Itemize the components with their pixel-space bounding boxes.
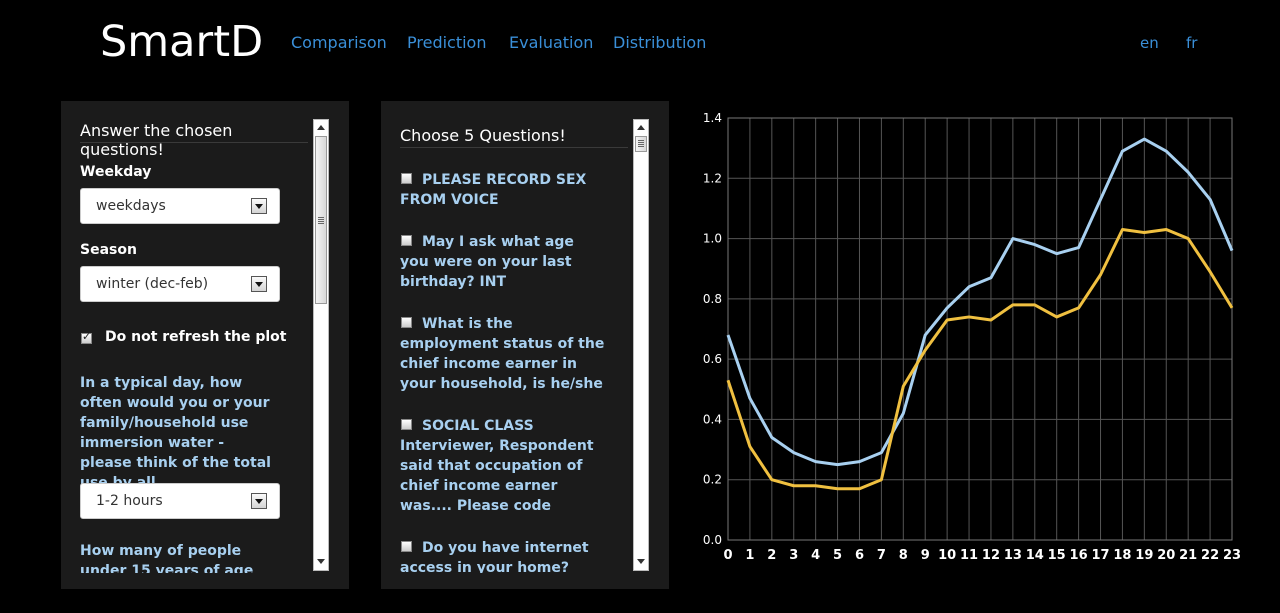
heading-divider bbox=[80, 142, 308, 143]
questions-panel-content: Choose 5 Questions! PLEASE RECORD SEX FR… bbox=[381, 101, 631, 573]
y-tick-label: 0.4 bbox=[703, 412, 722, 426]
x-tick-label: 23 bbox=[1223, 548, 1241, 563]
nav-distribution[interactable]: Distribution bbox=[613, 33, 706, 53]
nav-evaluation[interactable]: Evaluation bbox=[509, 33, 593, 53]
x-tick-label: 5 bbox=[833, 548, 842, 563]
x-tick-label: 16 bbox=[1070, 548, 1088, 563]
scroll-up-arrow-icon[interactable] bbox=[314, 122, 328, 134]
scrollbar-thumb[interactable] bbox=[635, 136, 647, 152]
season-label: Season bbox=[80, 242, 137, 258]
app-title[interactable]: SmartD bbox=[100, 14, 263, 70]
questions-panel-scrollbar[interactable] bbox=[633, 119, 649, 571]
scroll-down-arrow-icon[interactable] bbox=[314, 556, 328, 568]
x-tick-label: 22 bbox=[1201, 548, 1219, 563]
question-item[interactable]: What is the employment status of the chi… bbox=[400, 314, 605, 394]
x-tick-label: 7 bbox=[877, 548, 886, 563]
y-tick-label: 1.0 bbox=[703, 232, 722, 246]
x-tick-label: 14 bbox=[1026, 548, 1044, 563]
x-tick-label: 3 bbox=[789, 548, 798, 563]
x-tick-label: 2 bbox=[767, 548, 776, 563]
y-tick-label: 0.8 bbox=[703, 292, 722, 306]
answer-panel-heading: Answer the chosen questions! bbox=[80, 121, 233, 159]
x-tick-label: 13 bbox=[1004, 548, 1022, 563]
x-tick-label: 20 bbox=[1157, 548, 1175, 563]
nav-comparison[interactable]: Comparison bbox=[291, 33, 387, 53]
x-tick-label: 15 bbox=[1048, 548, 1066, 563]
x-tick-label: 0 bbox=[723, 548, 732, 563]
question-item[interactable]: Do you have internet access in your home… bbox=[400, 538, 605, 573]
scroll-down-arrow-icon[interactable] bbox=[634, 556, 648, 568]
no-refresh-label[interactable]: Do not refresh the plot bbox=[105, 329, 287, 345]
consumption-line-chart: 0 1 2 3 4 5 6 7 8 9 10 11 12 13 14 15 16 17 18 19 20 21 22 230.… bbox=[703, 111, 1241, 563]
y-tick-label: 0.2 bbox=[703, 473, 722, 487]
lang-fr-link[interactable]: fr bbox=[1186, 33, 1197, 53]
x-tick-label: 21 bbox=[1179, 548, 1197, 563]
y-tick-label: 1.4 bbox=[703, 111, 722, 125]
x-tick-label: 6 bbox=[855, 548, 864, 563]
x-tick-label: 18 bbox=[1113, 548, 1131, 563]
weekday-select-value: weekdays bbox=[96, 198, 166, 214]
x-tick-label: 8 bbox=[899, 548, 908, 563]
question-item[interactable]: PLEASE RECORD SEX FROM VOICE bbox=[400, 170, 600, 210]
answer-panel-content: Answer the chosen questions! Weekday wee… bbox=[61, 101, 311, 573]
immersion-select-value: 1-2 hours bbox=[96, 493, 163, 509]
immersion-question: In a typical day, how often would you or… bbox=[80, 375, 271, 491]
heading-divider bbox=[400, 147, 628, 148]
grip-icon bbox=[318, 217, 324, 224]
questions-panel-heading: Choose 5 Questions! bbox=[400, 126, 566, 145]
x-tick-label: 12 bbox=[982, 548, 1000, 563]
season-select-value: winter (dec-feb) bbox=[96, 276, 209, 292]
weekday-label: Weekday bbox=[80, 164, 152, 180]
weekday-select[interactable]: weekdays bbox=[80, 188, 280, 224]
x-tick-label: 11 bbox=[960, 548, 978, 563]
scroll-up-arrow-icon[interactable] bbox=[634, 122, 648, 134]
immersion-select[interactable]: 1-2 hours bbox=[80, 483, 280, 519]
plot-frame bbox=[727, 117, 1233, 541]
question-item[interactable]: May I ask what age you were on your last… bbox=[400, 232, 605, 292]
scrollbar-thumb[interactable] bbox=[315, 136, 327, 304]
nav-prediction[interactable]: Prediction bbox=[407, 33, 486, 53]
x-tick-label: 4 bbox=[811, 548, 820, 563]
x-tick-label: 9 bbox=[921, 548, 930, 563]
question-item[interactable]: SOCIAL CLASS Interviewer, Respondent sai… bbox=[400, 416, 610, 516]
grip-icon bbox=[638, 140, 644, 147]
questions-panel: Choose 5 Questions! PLEASE RECORD SEX FR… bbox=[381, 101, 669, 589]
answer-panel-scrollbar[interactable] bbox=[313, 119, 329, 571]
chevron-down-icon[interactable] bbox=[251, 493, 267, 509]
y-tick-label: 0.6 bbox=[703, 352, 722, 366]
season-select[interactable]: winter (dec-feb) bbox=[80, 266, 280, 302]
x-tick-label: 10 bbox=[938, 548, 956, 563]
x-tick-label: 17 bbox=[1091, 548, 1109, 563]
answer-panel: Answer the chosen questions! Weekday wee… bbox=[61, 101, 349, 589]
no-refresh-checkbox[interactable] bbox=[81, 330, 92, 344]
lang-en-link[interactable]: en bbox=[1140, 33, 1159, 53]
chevron-down-icon[interactable] bbox=[251, 276, 267, 292]
series-line-blue bbox=[726, 137, 1234, 467]
people-question: How many of people under 15 years of age… bbox=[80, 543, 254, 573]
chevron-down-icon[interactable] bbox=[251, 198, 267, 214]
x-tick-label: 19 bbox=[1135, 548, 1153, 563]
y-tick-label: 0.0 bbox=[703, 533, 722, 547]
y-tick-label: 1.2 bbox=[703, 171, 722, 185]
x-tick-label: 1 bbox=[745, 548, 754, 563]
